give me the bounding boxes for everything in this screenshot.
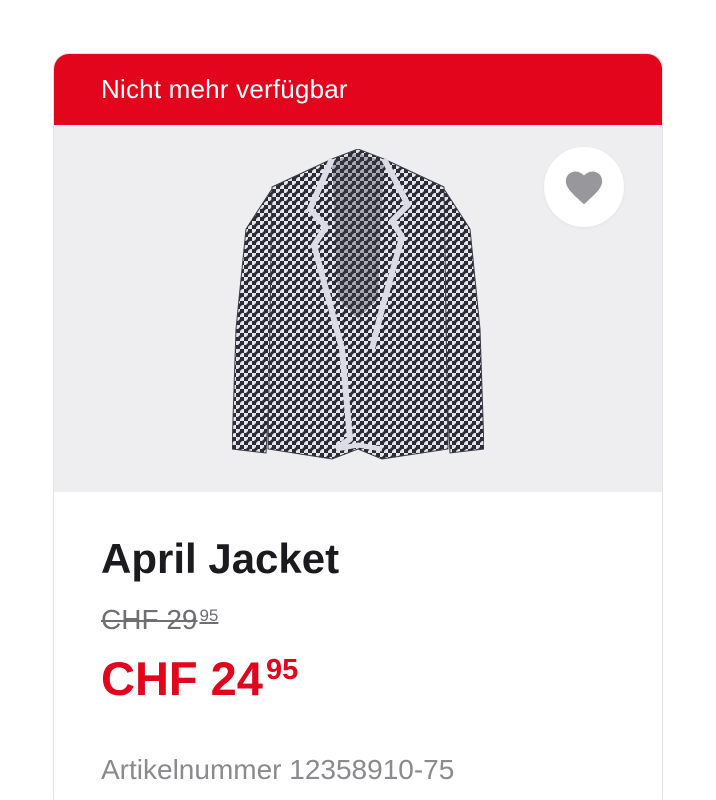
product-image-area [54,125,662,492]
favorite-button[interactable] [544,147,624,227]
old-price-main: CHF 29 [101,604,198,635]
old-price: CHF 29 95 [101,600,615,636]
product-info: April Jacket CHF 29 95 CHF 24 95 Artikelnu… [54,492,662,787]
current-price-main: CHF 24 [101,652,263,705]
current-price: CHF 24 95 [101,644,615,705]
old-price-cents: 95 [199,606,219,625]
article-number: Artikelnummer 12358910-75 [101,754,455,785]
product-image[interactable] [232,149,484,467]
current-price-cents: 95 [265,654,299,686]
product-name: April Jacket [101,535,340,582]
heart-icon [565,171,603,205]
unavailable-banner: Nicht mehr verfügbar [54,54,662,125]
chevron-left-icon[interactable] [56,0,82,12]
product-card: Nicht mehr verfügbar April Jacket CHF 29… [53,53,663,800]
